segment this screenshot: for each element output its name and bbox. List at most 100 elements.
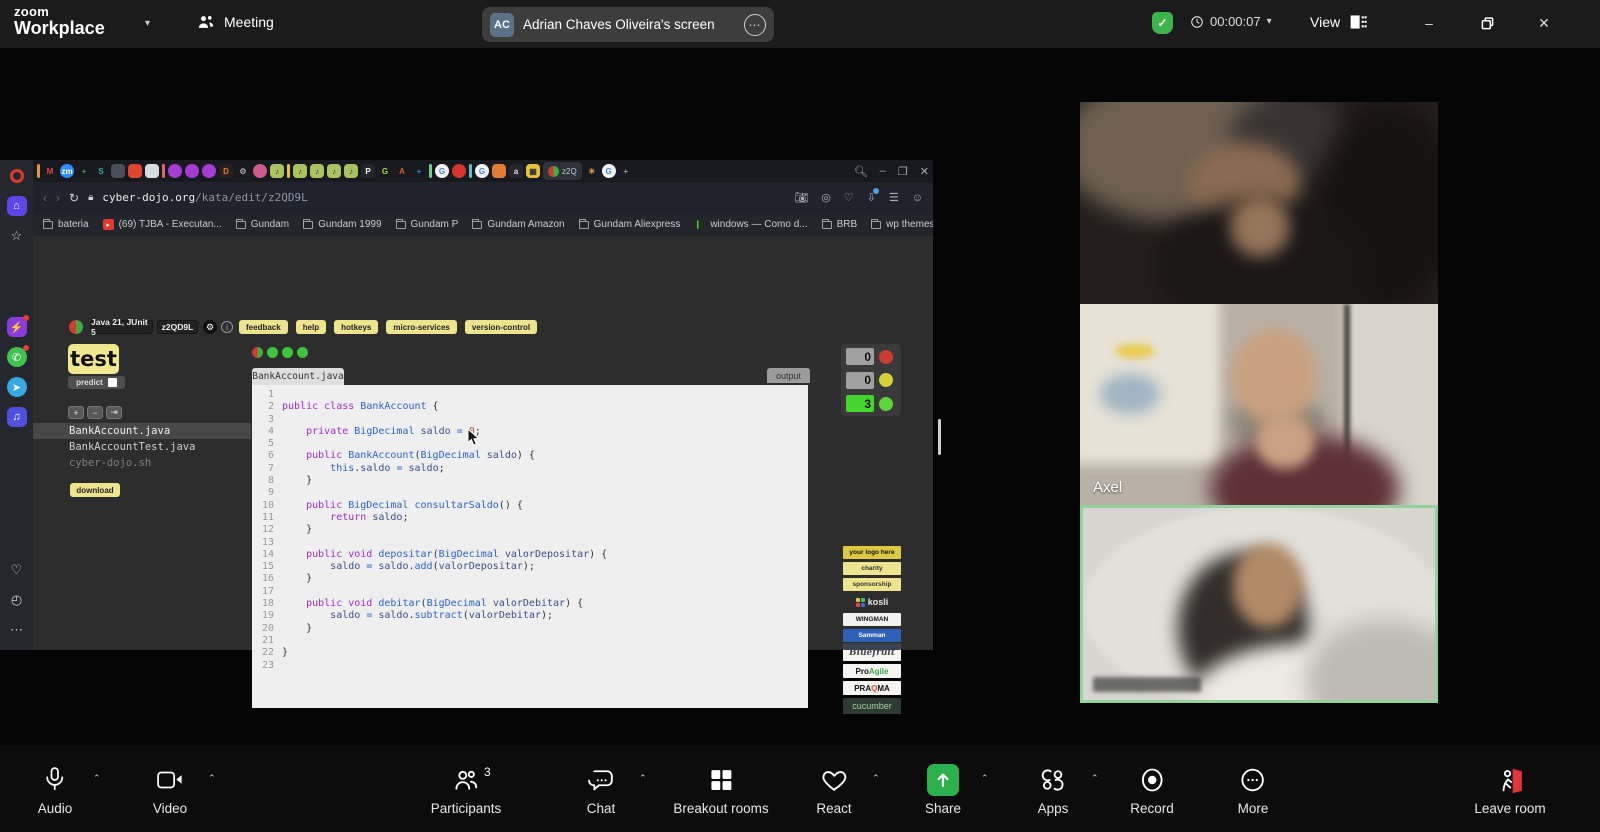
kata-language-button[interactable]: Java 21, JUnit 5 (90, 320, 153, 334)
music-note-tab-4[interactable]: ♪ (327, 164, 341, 178)
search-icon[interactable]: 🔍︎ (854, 165, 868, 178)
d-tab[interactable]: D (219, 164, 233, 178)
telegram-icon[interactable]: ➤ (7, 377, 27, 397)
zoom-tab[interactable]: zm (60, 164, 74, 178)
file-item-bankaccount-java[interactable]: BankAccount.java (33, 423, 251, 439)
bookmark-item[interactable]: BRB (822, 219, 858, 230)
video-tile-1[interactable] (1080, 102, 1438, 304)
google-tab-3[interactable]: G (602, 164, 616, 178)
music-note-tab-2[interactable]: ♪ (293, 164, 307, 178)
chat-button[interactable]: Chat (587, 759, 616, 816)
video-tile-3-active-speaker[interactable] (1080, 505, 1438, 703)
yellow-grid-tab[interactable]: ▦ (526, 164, 540, 178)
opera-logo-icon[interactable] (7, 166, 27, 186)
bookmark-item[interactable]: bateria (43, 219, 89, 230)
restore-button[interactable] (1474, 12, 1500, 34)
hotkeys-button[interactable]: hotkeys (334, 320, 378, 334)
minimize-button[interactable]: – (1416, 12, 1442, 34)
cyber-dojo-logo[interactable] (69, 320, 83, 334)
tab-group-teal[interactable] (469, 164, 472, 178)
green-count-row[interactable]: 3 (846, 395, 896, 412)
back-icon[interactable]: ‹ (43, 191, 47, 205)
messenger-icon[interactable]: ⚡ (7, 317, 27, 337)
multicolor-tab[interactable] (253, 164, 267, 178)
purple-tab-2[interactable] (185, 164, 199, 178)
bookmark-item[interactable]: ▸(69) TJBA - Executan... (103, 219, 222, 230)
lime-g-tab[interactable]: G (378, 164, 392, 178)
google-tab-2[interactable]: G (475, 164, 489, 178)
bookmark-item[interactable]: Gundam 1999 (303, 219, 381, 230)
google-tab-1[interactable]: G (435, 164, 449, 178)
tab-meeting[interactable]: Meeting (196, 12, 274, 32)
amazon-tab[interactable]: a (509, 164, 523, 178)
tab-group-green[interactable] (429, 164, 432, 178)
leave-button[interactable]: Leave room (1474, 759, 1545, 816)
downloads-icon[interactable]: ⇩ (867, 191, 876, 204)
tab-group-yellow[interactable] (287, 164, 290, 178)
amber-count-row[interactable]: 0 (846, 372, 896, 389)
bookmark-item[interactable]: Gundam P (396, 219, 459, 230)
help-button[interactable]: help (296, 320, 326, 334)
url-text[interactable]: cyber-dojo.org/kata/edit/z2QD9L (102, 191, 307, 204)
editor-file-tab[interactable]: BankAccount.java (252, 368, 344, 385)
home-icon[interactable]: ⌂ (7, 196, 27, 216)
green-history-dot[interactable] (267, 347, 278, 358)
predict-toggle[interactable]: predict (68, 376, 125, 389)
green-history-dot[interactable] (297, 347, 308, 358)
music-note-tab-1[interactable]: ♪ (270, 164, 284, 178)
whatsapp-icon[interactable]: ✆ (7, 347, 27, 367)
react-chevron[interactable]: ⌃ (872, 773, 880, 784)
video-button[interactable]: Video (153, 759, 187, 816)
cyber-dojo-active-tab[interactable]: z2Q (543, 162, 582, 180)
reload-icon[interactable]: ↻ (69, 191, 79, 205)
file-item-cyber-dojo-sh[interactable]: cyber-dojo.sh (33, 455, 251, 471)
forward-icon[interactable]: › (56, 191, 60, 205)
breakout-button[interactable]: Breakout rooms (673, 759, 768, 816)
browser-minimize-icon[interactable]: – (880, 165, 886, 177)
version-control-button[interactable]: version-control (465, 320, 537, 334)
profile-icon[interactable]: ☺︎ (912, 192, 923, 204)
react-button[interactable]: React (816, 759, 851, 816)
audio-chevron[interactable]: ⌃ (93, 773, 101, 784)
sponsor-your-logo-here[interactable]: your logo here (843, 546, 901, 559)
rename-file-button[interactable]: ⇥ (106, 406, 122, 419)
info-icon[interactable]: i (221, 321, 233, 333)
ellipsis-icon[interactable]: ⋯ (7, 620, 27, 640)
sponsor-wingman[interactable]: WINGMAN (843, 613, 901, 626)
green-history-dot[interactable] (282, 347, 293, 358)
sponsor-kosli[interactable]: kosli (843, 594, 901, 610)
purple-tab-1[interactable] (168, 164, 182, 178)
gray-card-tab[interactable] (111, 164, 125, 178)
sidebar-settings-icon[interactable]: ☰ (889, 191, 899, 204)
tab-group-orange[interactable] (37, 164, 40, 178)
redhat-tab[interactable] (452, 164, 466, 178)
add-file-button[interactable]: + (68, 406, 84, 419)
record-button[interactable]: Record (1130, 759, 1174, 816)
sponsor-sponsorship[interactable]: sponsorship (843, 578, 901, 591)
audio-button[interactable]: Audio (38, 759, 73, 816)
close-button[interactable]: ✕ (1531, 12, 1557, 34)
kata-id-button[interactable]: z2QD9L (157, 320, 198, 334)
output-tab[interactable]: output (767, 368, 810, 383)
green-cross-tab[interactable]: + (77, 164, 91, 178)
apps-button[interactable]: Apps (1038, 759, 1069, 816)
sponsor-proagile[interactable]: ProAgile (843, 664, 901, 678)
sponsor-charity[interactable]: charity (843, 562, 901, 575)
orange-journal-tab[interactable] (128, 164, 142, 178)
share-button[interactable]: Share (925, 759, 961, 816)
heart-icon[interactable]: ♡ (7, 560, 27, 580)
snapshot-camera-icon[interactable]: 📷︎ (794, 191, 808, 204)
shared-screen-pill[interactable]: AC Adrian Chaves Oliveira's screen ⋯ (482, 7, 774, 42)
history-clock-icon[interactable]: ◴ (7, 590, 27, 610)
predict-checkbox[interactable] (108, 378, 117, 387)
blue-plus-tab[interactable]: + (412, 164, 426, 178)
more-button[interactable]: More (1238, 759, 1269, 816)
apps-chevron[interactable]: ⌃ (1091, 773, 1099, 784)
feedback-button[interactable]: feedback (239, 320, 288, 334)
new-tab[interactable]: + (619, 164, 633, 178)
ellipsis-icon[interactable]: ⋯ (744, 14, 766, 36)
video-tile-2[interactable]: Axel (1080, 304, 1438, 505)
sun-tab[interactable]: ☀ (585, 164, 599, 178)
badge-shield-icon[interactable]: ◎ (821, 191, 831, 204)
star-icon[interactable]: ☆ (7, 226, 27, 246)
